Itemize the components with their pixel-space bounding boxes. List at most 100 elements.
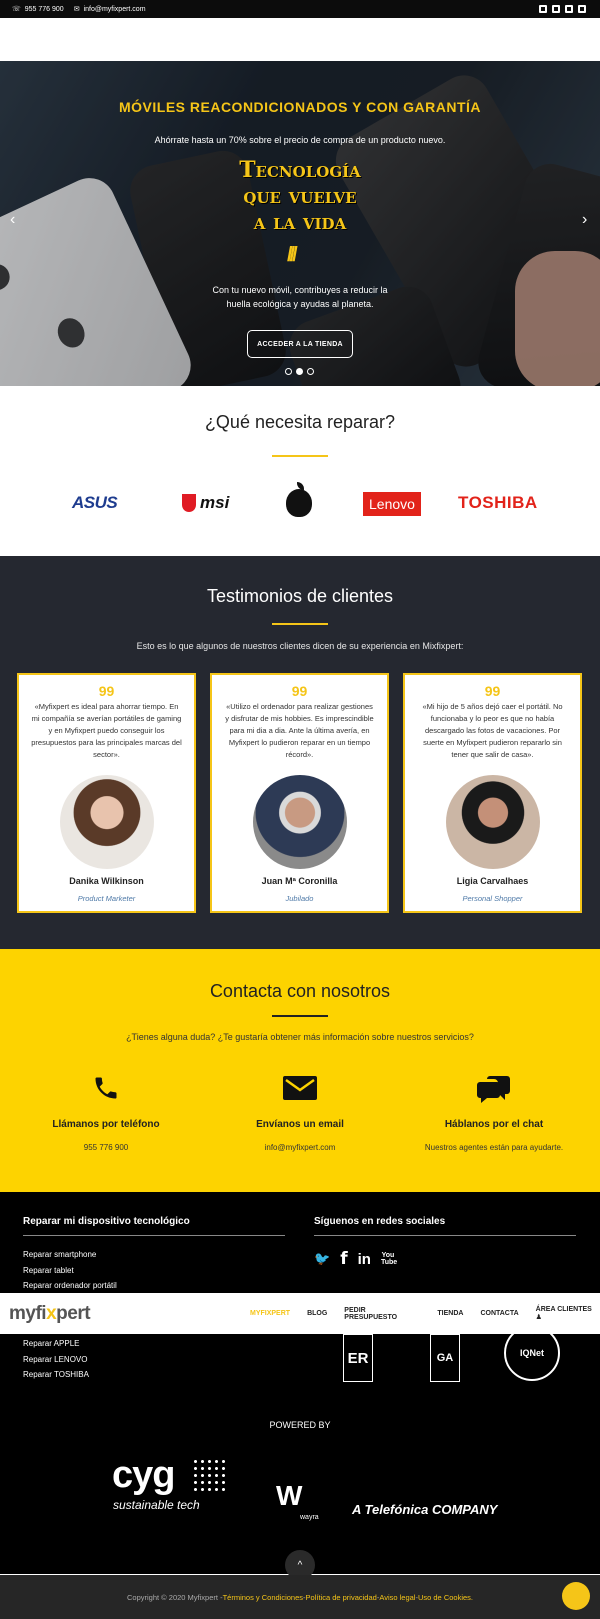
msi-logo[interactable]: msi [182,489,229,517]
youtube-icon[interactable] [578,5,586,13]
quote-icon: 99 [98,683,115,699]
cyg-logo[interactable]: cyg [112,1454,175,1497]
hero-headline: Tecnología que vuelve a la vida [0,157,600,235]
footer-link[interactable]: Reparar LENOVO [23,1352,89,1368]
nav-pedir-presupuesto[interactable]: PEDIR PRESUPUESTO [344,1307,420,1321]
quote-icon: 99 [291,683,308,699]
user-icon: ♟ [535,1314,542,1321]
linkedin-icon[interactable] [565,5,573,13]
nav-area-clientes-label: ÁREA CLIENTES [535,1306,592,1313]
contact-option-value: Nuestros agentes están para ayudarte. [424,1143,564,1152]
contact-chat[interactable]: Háblanos por el chat Nuestros agentes es… [394,1074,594,1152]
sticky-navbar: myfixpert MYFIXPERT BLOG PEDIR PRESUPUES… [0,1293,600,1334]
testimonials-title: Testimonios de clientes [206,586,394,606]
testimonial-quote: «Utilizo el ordenador para realizar gest… [225,702,374,759]
contact-title: Contacta con nosotros [209,981,391,1001]
twitter-icon[interactable] [539,5,547,13]
hero-headline-line: Tecnología [239,157,361,183]
top-email-text: info@myfixpert.com [83,5,146,13]
hero-subtitle: Ahórrate hasta un 70% sobre el precio de… [154,135,446,145]
terms-link[interactable]: Términos y Condiciones [223,1593,303,1602]
privacy-link[interactable]: Política de privacidad [306,1593,377,1602]
apple-logo[interactable] [286,482,312,517]
cookies-link[interactable]: Uso de Cookies. [418,1593,473,1602]
logo-text-accent: x [46,1302,57,1324]
nav-blog[interactable]: BLOG [307,1310,327,1317]
testimonial-name: Danika Wilkinson [69,876,144,886]
repair-title: ¿Qué necesita reparar? [204,412,396,432]
logo-text: pert [56,1302,91,1324]
nav-contacta[interactable]: CONTACTA [480,1310,518,1317]
footer-brand-links: Reparar APPLE Reparar LENOVO Reparar TOS… [23,1336,89,1383]
testimonial-role: Jubilado [285,894,314,903]
slider-dot[interactable] [285,368,292,375]
repair-section: ¿Qué necesita reparar? ASUS msi Lenovo T… [0,386,600,556]
footer-link[interactable]: Reparar APPLE [23,1336,89,1352]
wayra-logo[interactable]: W [276,1480,302,1512]
header-spacer [0,18,600,61]
page: ☏ 955 776 900 ✉ info@myfixpert.com MÓVILES… [0,0,600,1619]
twitter-icon[interactable]: 🐦 [314,1251,330,1267]
title-underline [272,623,328,625]
testimonial-card: 99 «Mi hijo de 5 años dejó caer el portá… [403,673,582,913]
contact-section: Contacta con nosotros ¿Tienes alguna dud… [0,949,600,1192]
telefonica-logo[interactable]: A Telefónica COMPANY [352,1502,497,1517]
chat-widget-icon[interactable] [562,1582,590,1610]
footer-link[interactable]: Reparar TOSHIBA [23,1367,89,1383]
linkedin-icon[interactable]: in [358,1251,371,1268]
title-underline [272,455,328,457]
hero-headline-line: a la vida [253,209,347,235]
top-phone-text: 955 776 900 [24,5,64,13]
facebook-icon[interactable]: f [340,1249,347,1269]
testimonial-name: Ligia Carvalhaes [456,876,529,886]
hero-slider: MÓVILES REACONDICIONADOS Y CON GARANTÍA … [0,61,600,386]
facebook-icon[interactable] [552,5,560,13]
nav-myfixpert[interactable]: MYFIXPERT [250,1310,290,1317]
avatar [445,775,540,869]
nav-area-clientes[interactable]: ÁREA CLIENTES ♟ [536,1306,600,1321]
shop-button[interactable]: ACCEDER A LA TIENDA [247,330,353,358]
footer-link[interactable]: Reparar ordenador portátil [23,1278,117,1294]
apple-icon [286,482,312,517]
top-email[interactable]: ✉ info@myfixpert.com [74,5,146,14]
brand-logos: ASUS msi Lenovo TOSHIBA [0,482,600,519]
avatar [252,775,347,869]
footer-repair-title: Reparar mi dispositivo tecnológico [23,1216,190,1227]
msi-shield-icon [182,494,196,512]
contact-email[interactable]: Envíanos un email info@myfixpert.com [200,1074,400,1152]
hero-text-line: huella ecológica y ayudas al planeta. [226,299,374,309]
testimonials-section: Testimonios de clientes Esto es lo que a… [0,556,600,949]
powered-by: POWERED BY [269,1420,331,1430]
testimonial-quote: «Myfixpert es ideal para ahorrar tiempo.… [31,702,182,759]
copyright-text: Copyright © 2020 Myfixpert - [127,1592,223,1602]
site-logo[interactable]: myfixpert [9,1302,91,1325]
slider-prev-icon[interactable]: ‹ [10,211,15,229]
testimonial-name: Juan Mª Coronilla [261,876,338,886]
footer-social: 🐦 f in You Tube [314,1249,397,1269]
top-phone[interactable]: ☏ 955 776 900 [12,5,64,14]
lenovo-logo[interactable]: Lenovo [363,492,421,516]
toshiba-logo[interactable]: TOSHIBA [458,489,538,517]
slider-dot[interactable] [307,368,314,375]
youtube-icon[interactable]: You Tube [381,1252,397,1266]
title-underline [272,1015,328,1017]
chat-icon [477,1076,510,1103]
avatar [59,775,154,869]
footer-link[interactable]: Reparar tablet [23,1263,117,1279]
footer-link[interactable]: Reparar smartphone [23,1247,117,1263]
hero-title: MÓVILES REACONDICIONADOS Y CON GARANTÍA [118,99,481,115]
legal-link[interactable]: Aviso legal [379,1593,415,1602]
mail-icon [283,1076,317,1100]
asus-logo[interactable]: ASUS [72,489,118,517]
testimonial-card: 99 «Myfixpert es ideal para ahorrar tiem… [17,673,196,913]
slider-next-icon[interactable]: › [582,211,587,229]
copyright-bar: Copyright © 2020 Myfixpert - Términos y … [0,1575,600,1619]
main-menu: MYFIXPERT BLOG PEDIR PRESUPUESTO TIENDA … [250,1293,600,1334]
slider-dot-active[interactable] [296,368,303,375]
cyg-tagline: sustainable tech [113,1498,200,1512]
contact-option-title: Llámanos por teléfono [52,1119,160,1130]
hero-slash-mark: /// [287,244,298,266]
nav-tienda[interactable]: TIENDA [437,1310,463,1317]
contact-phone[interactable]: Llámanos por teléfono 955 776 900 [6,1074,206,1152]
testimonial-card: 99 «Utilizo el ordenador para realizar g… [210,673,389,913]
